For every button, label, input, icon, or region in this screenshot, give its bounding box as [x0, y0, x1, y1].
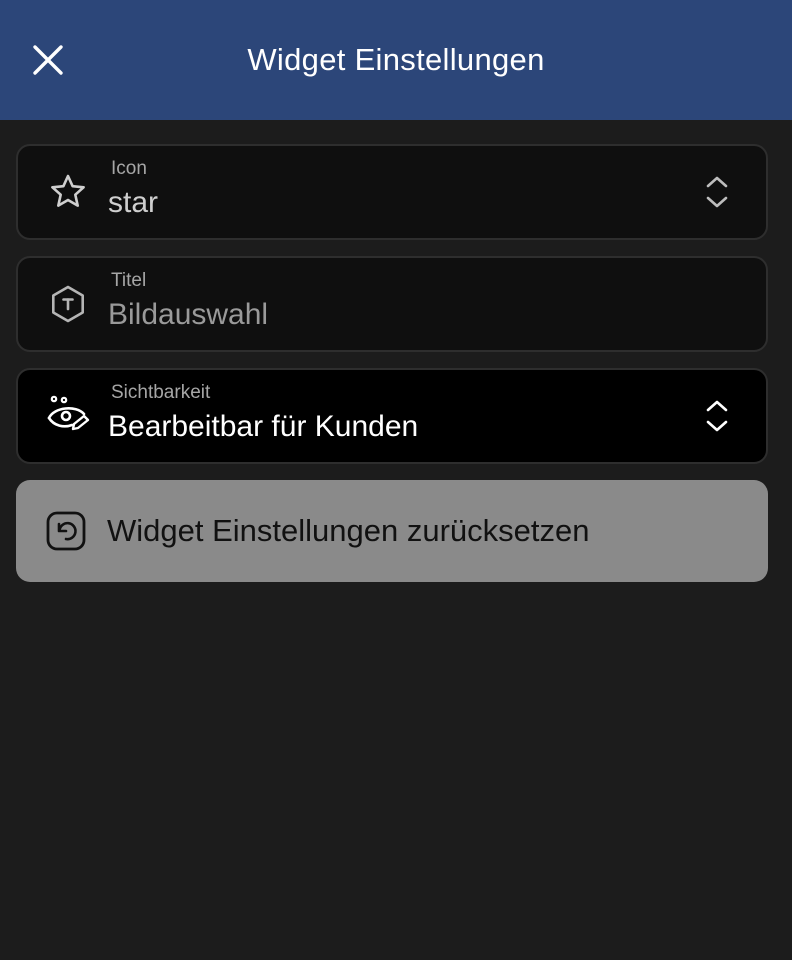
chevron-up-down-icon: [702, 396, 732, 436]
chevron-up-down-icon: [702, 172, 732, 212]
icon-select[interactable]: Icon star: [16, 144, 768, 240]
icon-field-label: Icon: [111, 158, 147, 179]
star-icon: [46, 170, 90, 214]
visibility-field-label: Sichtbarkeit: [111, 382, 211, 403]
visibility-field-value: Bearbeitbar für Kunden: [108, 410, 419, 443]
title-field-label: Titel: [111, 270, 147, 291]
header-bar: Widget Einstellungen: [0, 0, 792, 120]
reset-icon: [44, 509, 88, 553]
icon-field-value: star: [108, 186, 159, 219]
reset-widget-settings-button[interactable]: Widget Einstellungen zurücksetzen: [16, 480, 768, 582]
page-title: Widget Einstellungen: [247, 42, 545, 77]
visibility-edit-icon: [46, 394, 90, 438]
title-field-placeholder: Bildauswahl: [108, 298, 269, 331]
visibility-select[interactable]: Sichtbarkeit Bearbeitbar für Kunden: [16, 368, 768, 464]
title-input[interactable]: Titel Bildauswahl: [16, 256, 768, 352]
text-hexagon-icon: [46, 282, 90, 326]
reset-button-label: Widget Einstellungen zurücksetzen: [107, 513, 590, 548]
